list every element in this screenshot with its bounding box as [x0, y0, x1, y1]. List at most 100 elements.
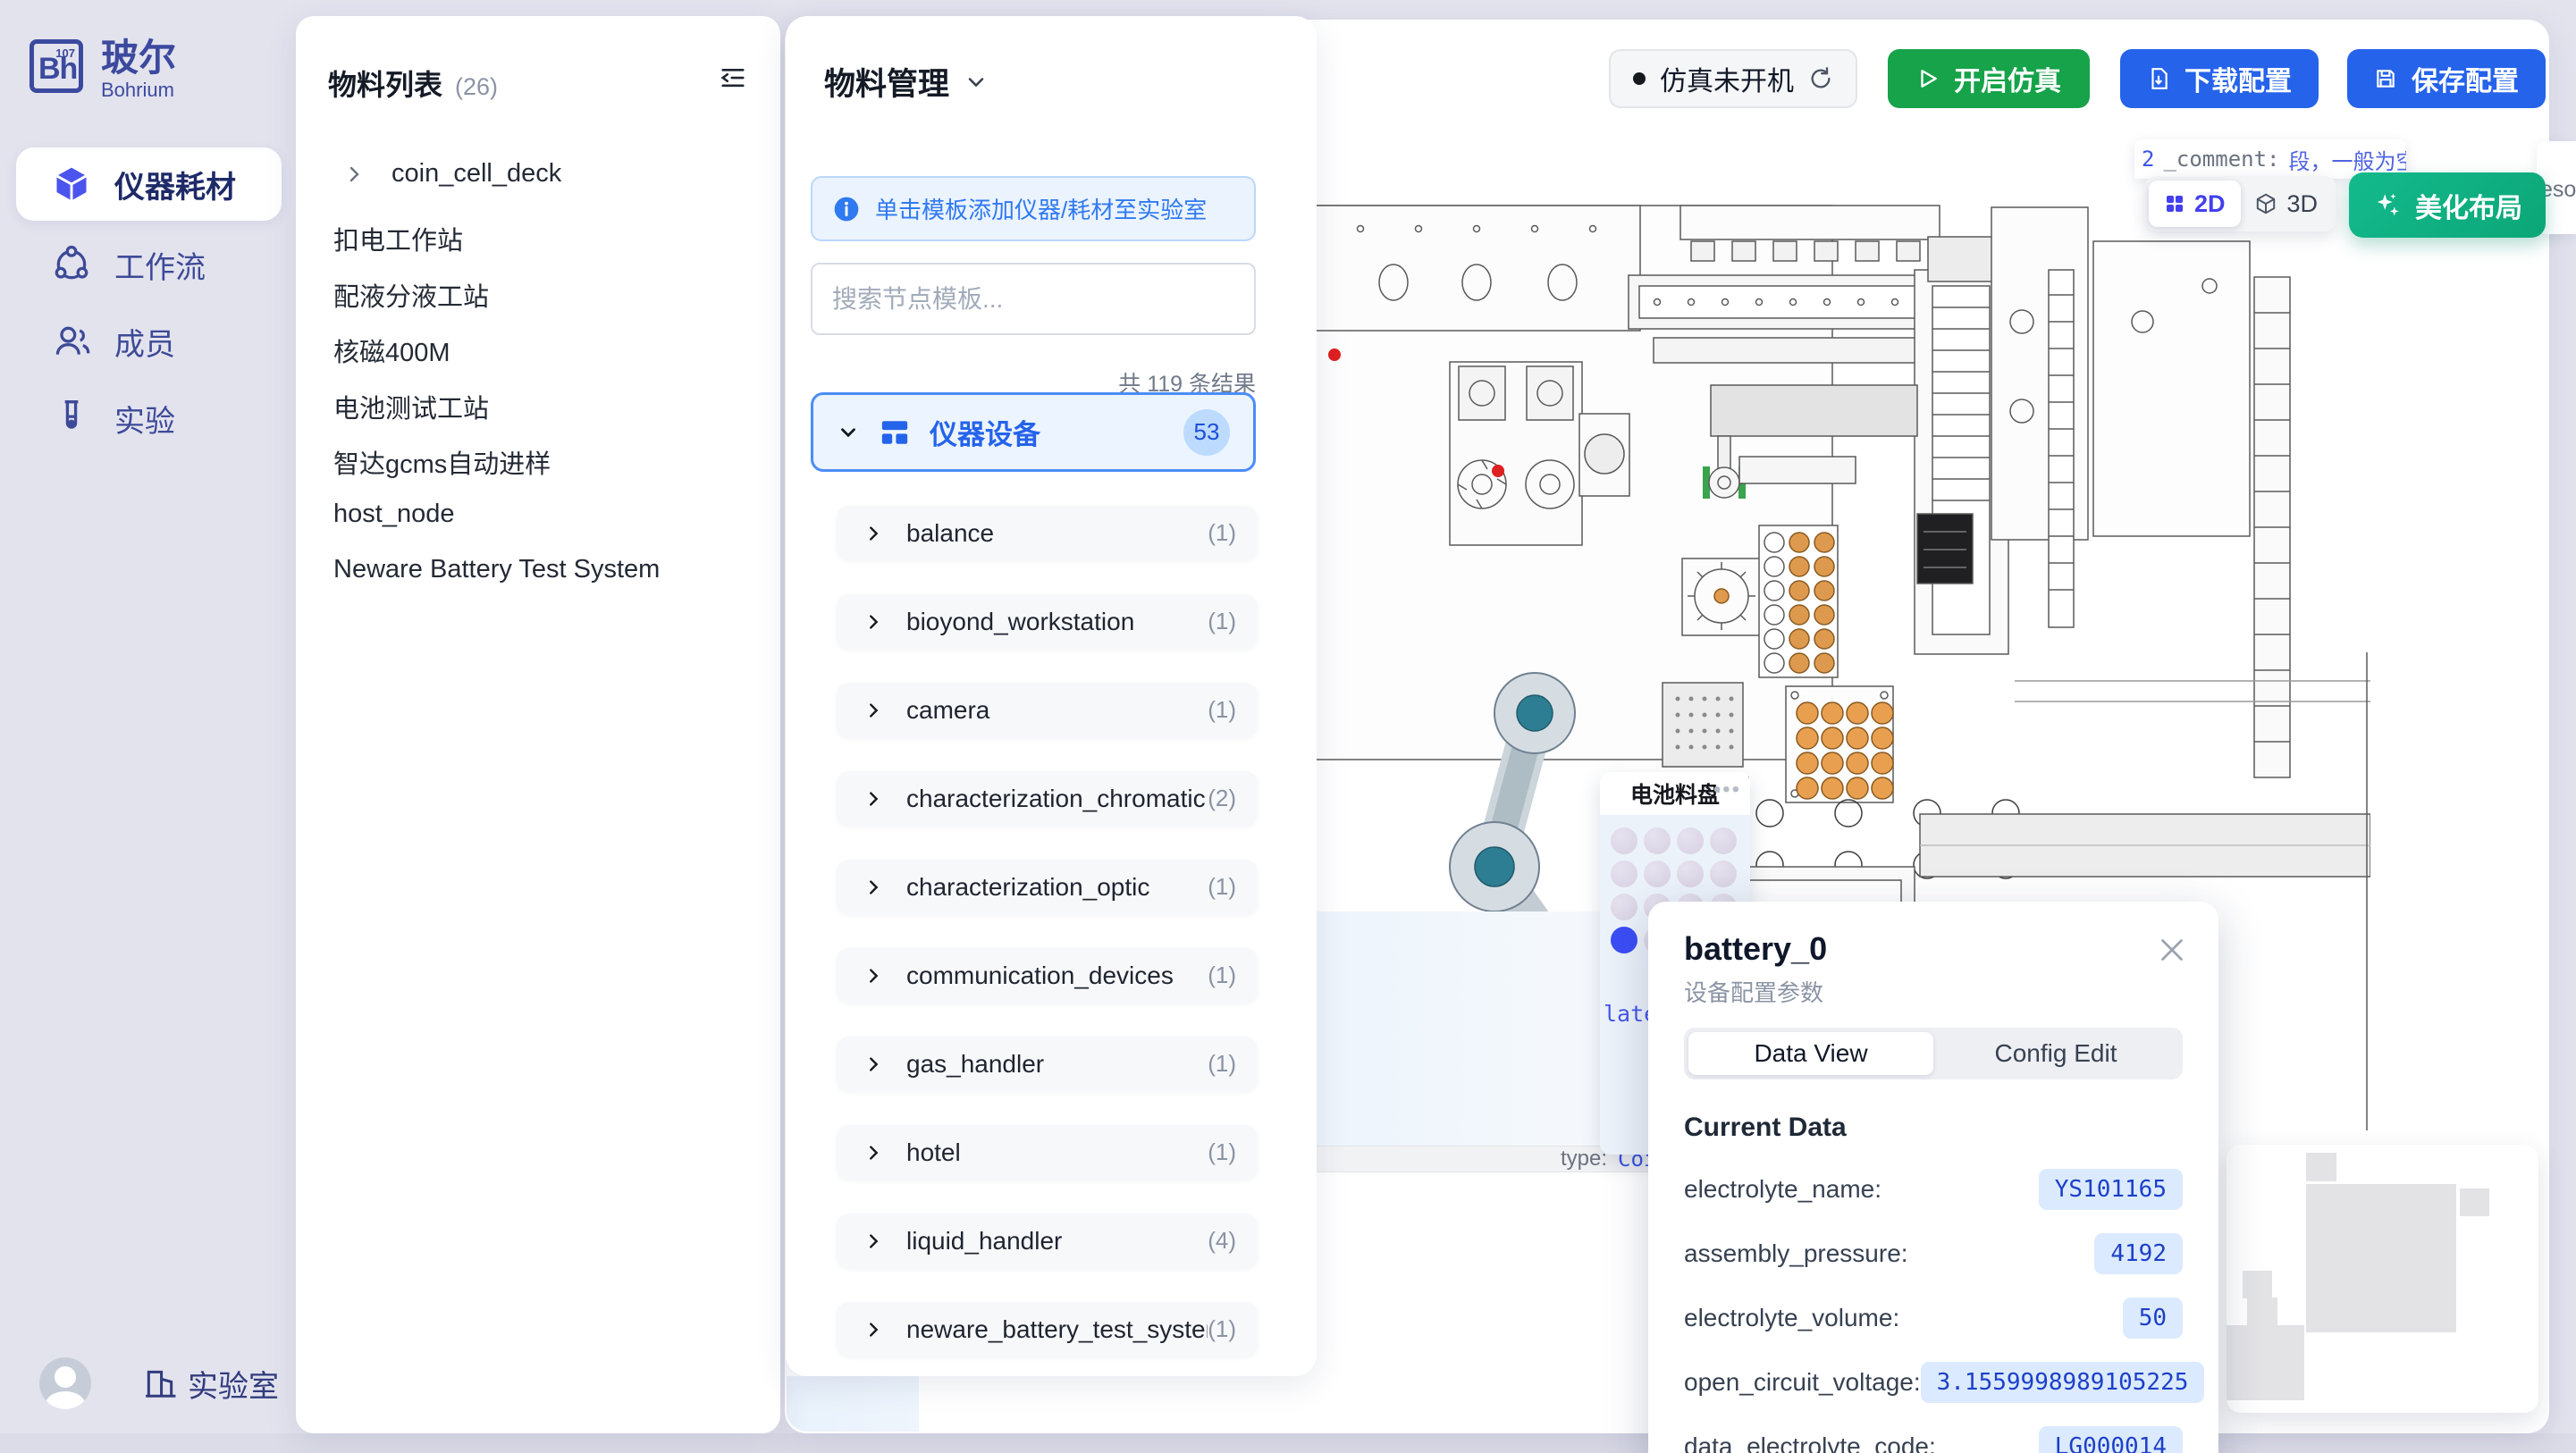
sidebar: 107 Bh 玻尔 Bohrium 仪器耗材 工作流 成员 实验 实验室 — [0, 0, 296, 1433]
minimap[interactable] — [2227, 1145, 2538, 1413]
tray-slot[interactable] — [1611, 861, 1637, 887]
tray-slot[interactable] — [1611, 927, 1637, 953]
group-count-badge: 53 — [1183, 409, 1230, 456]
chevron-right-icon — [863, 1054, 883, 1074]
tray-slot[interactable] — [1710, 827, 1737, 854]
app-logo[interactable]: 107 Bh 玻尔 Bohrium — [29, 39, 176, 102]
edge-fragment-text: esou — [2540, 177, 2576, 202]
data-value[interactable]: LG000014 — [2039, 1426, 2183, 1453]
tray-slot[interactable] — [1644, 827, 1671, 854]
category-name: gas_handler — [906, 1050, 1208, 1079]
tray-slot[interactable] — [1677, 861, 1704, 887]
simulation-status-pill[interactable]: 仿真未开机 — [1609, 49, 1857, 108]
sidebar-item-workflow[interactable]: 工作流 — [16, 228, 282, 301]
category-name: balance — [906, 519, 1208, 548]
palette-title: 物料管理 — [824, 59, 949, 105]
category-count: (1) — [1208, 608, 1236, 635]
data-value[interactable]: 3.1559998989105225 — [1921, 1362, 2205, 1403]
avatar[interactable] — [39, 1357, 91, 1409]
close-icon[interactable] — [2156, 934, 2188, 966]
material-item[interactable]: host_node — [333, 500, 454, 529]
tab-data-view[interactable]: Data View — [1688, 1032, 1933, 1075]
material-item-expandable[interactable]: coin_cell_deck — [343, 159, 561, 189]
category-row[interactable]: communication_devices (1) — [837, 948, 1258, 1003]
chevron-right-icon — [863, 878, 883, 897]
data-value[interactable]: 4192 — [2094, 1233, 2183, 1274]
tab-config-edit[interactable]: Config Edit — [1933, 1032, 2178, 1075]
members-icon — [52, 322, 91, 361]
category-row[interactable]: neware_battery_test_system (1) — [837, 1302, 1258, 1356]
sidebar-item-experiments[interactable]: 实验 — [16, 382, 282, 455]
beautify-layout-button[interactable]: 美化布局 — [2349, 172, 2546, 238]
data-label: electrolyte_name: — [1684, 1175, 2039, 1204]
tray-slot[interactable] — [1677, 827, 1704, 854]
category-name: characterization_chromatic — [906, 785, 1208, 813]
test-tube-icon — [52, 399, 91, 438]
chevron-down-icon[interactable] — [964, 70, 989, 95]
category-row[interactable]: liquid_handler (4) — [837, 1214, 1258, 1268]
tray-slot[interactable] — [1611, 827, 1637, 854]
chevron-right-icon — [343, 164, 365, 185]
material-item[interactable]: 电池测试工站 — [333, 388, 489, 425]
tray-slot[interactable] — [1710, 861, 1737, 887]
category-row[interactable]: characterization_chromatic (2) — [837, 771, 1258, 826]
group-header-instruments[interactable]: 仪器设备 53 — [811, 392, 1256, 472]
tooltip-value: 段，一般为空，stat — [2289, 144, 2407, 175]
chevron-right-icon — [863, 1231, 883, 1251]
layout-grid-icon — [880, 417, 910, 448]
toggle-2d[interactable]: 2D — [2149, 181, 2241, 227]
tray-slot[interactable] — [1611, 894, 1637, 920]
category-row[interactable]: hotel (1) — [837, 1125, 1258, 1180]
popup-subtitle: 设备配置参数 — [1684, 975, 1823, 1008]
category-row[interactable]: bioyond_workstation (1) — [837, 594, 1258, 649]
sidebar-item-instruments[interactable]: 仪器耗材 — [16, 147, 282, 221]
category-row[interactable]: characterization_optic (1) — [837, 860, 1258, 914]
data-row: open_circuit_voltage: 3.1559998989105225 — [1684, 1350, 2183, 1415]
material-item-label: coin_cell_deck — [391, 159, 561, 189]
chevron-right-icon — [863, 1320, 883, 1340]
category-count: (1) — [1208, 1050, 1236, 1078]
material-item[interactable]: Neware Battery Test System — [333, 555, 660, 584]
tray-slot[interactable] — [1644, 861, 1671, 887]
material-item[interactable]: 核磁400M — [333, 332, 450, 369]
category-count: (1) — [1208, 1138, 1236, 1166]
material-list-count: (26) — [455, 73, 498, 101]
tray-menu-icon[interactable]: ••• — [1713, 777, 1741, 802]
search-input[interactable] — [812, 265, 1254, 333]
tooltip-label: _comment: — [2163, 147, 2279, 172]
data-label: data_electrolyte_code: — [1684, 1432, 2039, 1453]
material-list-panel: 物料列表 (26) coin_cell_deck 扣电工作站配液分液工站核磁40… — [296, 16, 780, 1433]
data-value[interactable]: YS101165 — [2039, 1169, 2183, 1210]
material-item[interactable]: 智达gcms自动进样 — [333, 443, 551, 481]
category-name: camera — [906, 696, 1208, 725]
save-config-label: 保存配置 — [2412, 59, 2519, 98]
building-icon — [143, 1366, 177, 1400]
hint-banner: 单击模板添加仪器/耗材至实验室 — [811, 176, 1256, 241]
group-label: 仪器设备 — [930, 412, 1164, 452]
category-row[interactable]: gas_handler (1) — [837, 1037, 1258, 1091]
download-icon — [2147, 67, 2170, 90]
sidebar-item-label: 工作流 — [114, 243, 206, 287]
lab-switcher[interactable]: 实验室 — [143, 1362, 279, 1406]
material-item[interactable]: 扣电工作站 — [333, 220, 463, 257]
category-row[interactable]: balance (1) — [837, 506, 1258, 560]
category-row[interactable]: camera (1) — [837, 683, 1258, 737]
data-value[interactable]: 50 — [2123, 1298, 2183, 1339]
workflow-icon — [52, 245, 91, 284]
data-row: electrolyte_name: YS101165 — [1684, 1157, 2183, 1222]
logo-subtitle: Bohrium — [101, 79, 176, 102]
toggle-3d-label: 3D — [2286, 190, 2318, 218]
chevron-right-icon — [863, 789, 883, 809]
view-mode-toggle: 2D 3D — [2144, 176, 2336, 231]
toggle-3d[interactable]: 3D — [2241, 181, 2333, 227]
category-count: (4) — [1208, 1227, 1236, 1255]
refresh-icon[interactable] — [1808, 66, 1833, 91]
collapse-panel-icon[interactable] — [718, 64, 748, 91]
chevron-right-icon — [863, 966, 883, 986]
hint-banner-text: 单击模板添加仪器/耗材至实验室 — [875, 192, 1207, 225]
sidebar-item-members[interactable]: 成员 — [16, 305, 282, 378]
start-simulation-button[interactable]: 开启仿真 — [1888, 49, 2090, 108]
save-config-button[interactable]: 保存配置 — [2347, 49, 2546, 108]
download-config-button[interactable]: 下载配置 — [2120, 49, 2319, 108]
material-item[interactable]: 配液分液工站 — [333, 276, 489, 314]
